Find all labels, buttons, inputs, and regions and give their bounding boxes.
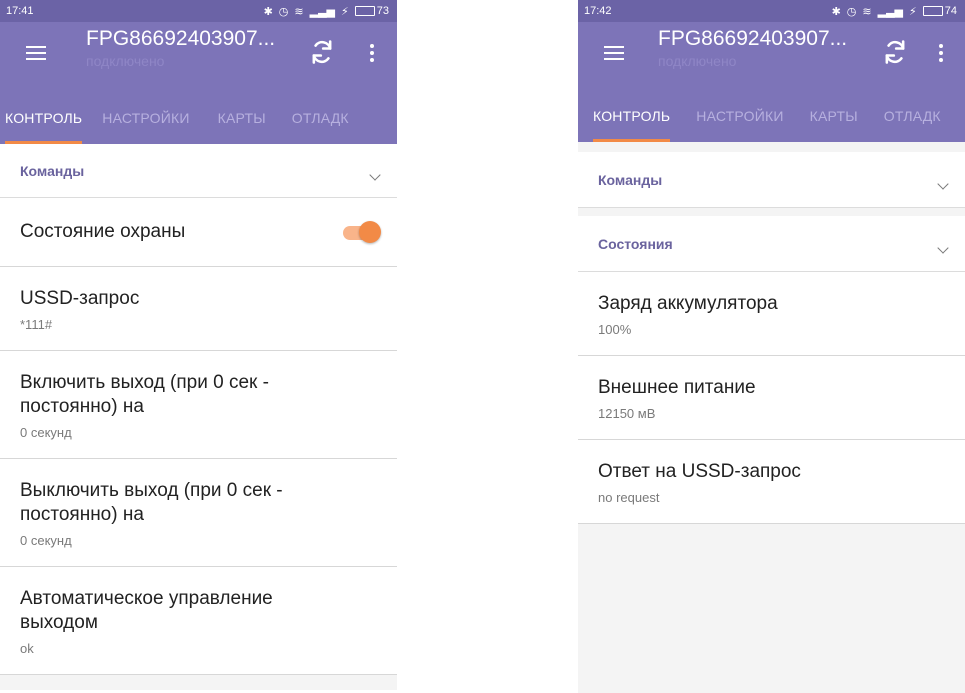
more-options-icon[interactable] xyxy=(370,44,374,62)
more-options-icon[interactable] xyxy=(939,44,943,62)
hamburger-menu-icon[interactable] xyxy=(26,46,46,60)
tab-control[interactable]: КОНТРОЛЬ xyxy=(593,100,671,142)
chevron-down-icon xyxy=(937,241,949,254)
guard-toggle[interactable] xyxy=(341,220,381,244)
list-item-ussd-request[interactable]: USSD-запрос *111# xyxy=(0,267,397,351)
list-item-ussd-response[interactable]: Ответ на USSD-запрос no request xyxy=(578,440,965,524)
battery-level: 74 xyxy=(944,5,957,17)
tab-maps[interactable]: КАРТЫ xyxy=(218,102,266,144)
status-time: 17:41 xyxy=(6,5,34,17)
battery-level: 73 xyxy=(376,5,389,17)
charging-icon: ⚡ xyxy=(909,5,917,18)
section-title: Команды xyxy=(598,171,663,188)
signal-icon: ▂▃▅ xyxy=(309,5,336,18)
section-title: Состояния xyxy=(598,235,673,252)
wifi-icon: ≋ xyxy=(294,5,304,18)
status-bar: 17:41 ✱ ◷ ≋ ▂▃▅ ⚡ 73 xyxy=(0,0,397,22)
connection-status: подключено xyxy=(658,53,737,69)
wifi-icon: ≋ xyxy=(862,5,872,18)
device-title: FPG86692403907... xyxy=(86,27,276,50)
charging-icon: ⚡ xyxy=(341,5,349,18)
chevron-down-icon xyxy=(369,168,381,181)
battery-icon: 74 xyxy=(922,5,957,17)
battery-icon: 73 xyxy=(354,5,389,17)
refresh-icon[interactable] xyxy=(308,38,336,66)
section-header-commands[interactable]: Команды xyxy=(0,144,397,198)
refresh-icon[interactable] xyxy=(881,38,909,66)
list-item-guard-state[interactable]: Состояние охраны xyxy=(0,198,397,267)
chevron-down-icon xyxy=(937,177,949,190)
app-bar: FPG86692403907... подключено xyxy=(0,22,397,102)
tab-bar: КОНТРОЛЬ НАСТРОЙКИ КАРТЫ ОТЛАДК xyxy=(0,102,397,144)
app-bar: FPG86692403907... подключено xyxy=(578,22,965,100)
list-item-disable-output[interactable]: Выключить выход (при 0 сек - постоянно) … xyxy=(0,459,397,567)
alarm-icon: ◷ xyxy=(846,5,857,18)
signal-icon: ▂▃▅ xyxy=(877,5,904,18)
left-phone-screen: 17:41 ✱ ◷ ≋ ▂▃▅ ⚡ 73 FPG86692403907... п… xyxy=(0,0,397,690)
hamburger-menu-icon[interactable] xyxy=(604,46,624,60)
list-item-external-power[interactable]: Внешнее питание 12150 мВ xyxy=(578,356,965,440)
tab-settings[interactable]: НАСТРОЙКИ xyxy=(696,100,783,142)
tab-bar: КОНТРОЛЬ НАСТРОЙКИ КАРТЫ ОТЛАДК xyxy=(578,100,965,142)
status-bar: 17:42 ✱ ◷ ≋ ▂▃▅ ⚡ 74 xyxy=(578,0,965,22)
tab-debug[interactable]: ОТЛАДК xyxy=(884,100,941,142)
list-item-enable-output[interactable]: Включить выход (при 0 сек - постоянно) н… xyxy=(0,351,397,459)
device-title: FPG86692403907... xyxy=(658,27,848,50)
bluetooth-icon: ✱ xyxy=(263,5,273,18)
alarm-icon: ◷ xyxy=(278,5,289,18)
section-header-commands[interactable]: Команды xyxy=(578,152,965,208)
bluetooth-icon: ✱ xyxy=(831,5,841,18)
list-item-battery-charge[interactable]: Заряд аккумулятора 100% xyxy=(578,272,965,356)
tab-control[interactable]: КОНТРОЛЬ xyxy=(5,102,83,144)
tab-maps[interactable]: КАРТЫ xyxy=(810,100,858,142)
section-title: Команды xyxy=(20,162,85,179)
tab-settings[interactable]: НАСТРОЙКИ xyxy=(102,102,189,144)
list-item-auto-output[interactable]: Автоматическое управление выходом ok xyxy=(0,567,397,675)
right-phone-screen: 17:42 ✱ ◷ ≋ ▂▃▅ ⚡ 74 FPG86692403907... п… xyxy=(578,0,965,693)
connection-status: подключено xyxy=(86,53,165,69)
status-time: 17:42 xyxy=(584,5,612,17)
section-header-states[interactable]: Состояния xyxy=(578,216,965,272)
tab-debug[interactable]: ОТЛАДК xyxy=(292,102,349,144)
